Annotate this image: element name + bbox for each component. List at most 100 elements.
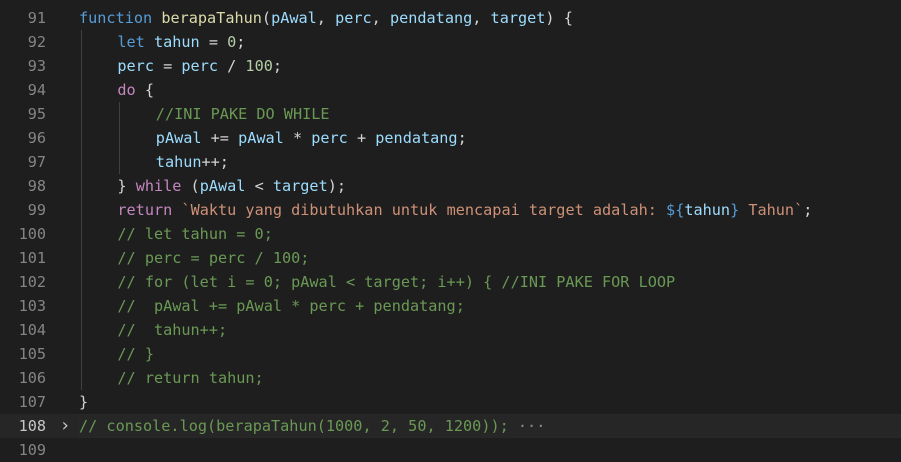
code-token: function xyxy=(79,9,153,27)
line-number: 103 xyxy=(18,297,46,315)
code-line-partial: 109 xyxy=(0,438,901,462)
code-line[interactable]: 103 // pAwal += pAwal * perc + pendatang; xyxy=(0,294,901,318)
code-token: Tahun` xyxy=(739,201,804,219)
line-number: 92 xyxy=(27,33,46,51)
code-line[interactable]: 92 let tahun = 0; xyxy=(0,30,901,54)
code-token: do xyxy=(117,81,136,99)
code-token: // for (let i = 0; pAwal < target; i++) … xyxy=(117,273,676,291)
code-line[interactable]: 107} xyxy=(0,390,901,414)
code-token: } xyxy=(79,393,89,411)
code-text: do { xyxy=(117,78,154,102)
line-number: 96 xyxy=(27,129,46,147)
code-text: return `Waktu yang dibutuhkan untuk menc… xyxy=(117,198,812,222)
line-number: 101 xyxy=(18,249,46,267)
code-token: // pAwal += pAwal * perc + pendatang; xyxy=(117,297,465,315)
code-token: ; xyxy=(272,57,283,75)
line-number: 98 xyxy=(27,177,46,195)
code-token: tahun xyxy=(155,153,202,171)
code-line[interactable]: 98} while (pAwal < target); xyxy=(0,174,901,198)
code-token: // perc = perc / 100; xyxy=(117,249,310,267)
code-token: ); xyxy=(327,177,347,195)
code-line[interactable]: 102 // for (let i = 0; pAwal < target; i+… xyxy=(0,270,901,294)
code-text: // tahun++; xyxy=(117,318,227,342)
line-number: 107 xyxy=(18,393,46,411)
code-token: { xyxy=(135,81,154,99)
code-token: // return tahun; xyxy=(117,369,264,387)
code-editor[interactable]: 91 function berapaTahun(pAwal, perc, pend… xyxy=(0,0,901,459)
code-text: } while (pAwal < target); xyxy=(117,174,346,198)
code-line[interactable]: 93 perc = perc / 100; xyxy=(0,54,901,78)
code-line[interactable]: 96 pAwal += pAwal * perc + pendatang; xyxy=(0,126,901,150)
code-line[interactable]: 108 › // console.log(berapaTahun(1000, 2, … xyxy=(0,414,901,438)
code-line[interactable]: 95 //INI PAKE DO WHILE xyxy=(0,102,901,126)
line-number: 94 xyxy=(27,81,46,99)
code-text: tahun++; xyxy=(156,150,229,174)
line-number: 104 xyxy=(18,321,46,339)
code-token: ( xyxy=(181,177,200,195)
code-text: //INI PAKE DO WHILE xyxy=(156,102,330,126)
code-line[interactable]: 97 tahun++; xyxy=(0,150,901,174)
code-token: while xyxy=(135,177,182,195)
code-token: pendatang xyxy=(375,129,458,147)
line-number: 97 xyxy=(27,153,46,171)
line-number: 100 xyxy=(18,225,46,243)
line-number: 93 xyxy=(27,57,46,75)
code-line[interactable]: 105 // } xyxy=(0,342,901,366)
code-line[interactable]: 106 // return tahun; xyxy=(0,366,901,390)
code-token: // console.log(berapaTahun(1000, 2, 50, … xyxy=(79,417,509,435)
code-text: // pAwal += pAwal * perc + pendatang; xyxy=(117,294,464,318)
code-line[interactable]: 104 // tahun++; xyxy=(0,318,901,342)
chevron-right-icon[interactable]: › xyxy=(58,414,72,438)
code-token: < xyxy=(245,177,273,195)
code-token: pAwal xyxy=(155,129,202,147)
code-token: pAwal xyxy=(199,177,246,195)
code-text: // return tahun; xyxy=(117,366,263,390)
code-token: ; xyxy=(803,201,813,219)
code-text: // } xyxy=(117,342,154,366)
code-token: } xyxy=(730,201,740,219)
code-text: // perc = perc / 100; xyxy=(117,246,309,270)
code-line[interactable]: 101 // perc = perc / 100; xyxy=(0,246,901,270)
code-token: } xyxy=(117,177,136,195)
code-token: = xyxy=(199,33,228,51)
code-token: ; xyxy=(236,33,246,51)
line-number: 95 xyxy=(27,105,46,123)
line-number: 109 xyxy=(18,441,46,459)
code-token: target xyxy=(272,177,328,195)
line-number: 99 xyxy=(27,201,46,219)
code-token: + xyxy=(347,129,376,147)
code-line[interactable]: 91 function berapaTahun(pAwal, perc, pend… xyxy=(0,6,901,30)
code-token: pAwal xyxy=(271,9,317,27)
line-number: 108 xyxy=(18,417,46,435)
code-token: berapaTahun xyxy=(161,9,262,27)
code-token: = xyxy=(153,57,182,75)
code-token: += xyxy=(201,129,239,147)
code-token: ··· xyxy=(508,417,546,435)
code-text: pAwal += pAwal * perc + pendatang; xyxy=(156,126,467,150)
code-token: perc xyxy=(117,57,154,75)
code-token: tahun xyxy=(684,201,731,219)
indent-guide xyxy=(119,102,121,174)
code-line[interactable]: 99 return `Waktu yang dibutuhkan untuk me… xyxy=(0,198,901,222)
code-token: // let tahun = 0; xyxy=(117,225,273,243)
code-text: // for (let i = 0; pAwal < target; i++) … xyxy=(117,270,675,294)
code-token: perc xyxy=(335,9,372,27)
code-line[interactable]: 94 do { xyxy=(0,78,901,102)
code-token: ++; xyxy=(201,153,229,171)
code-text: } xyxy=(79,390,88,414)
indent-guide xyxy=(81,30,82,390)
code-token: , xyxy=(316,9,336,27)
code-text: // console.log(berapaTahun(1000, 2, 50, … xyxy=(79,414,545,438)
code-token: , xyxy=(472,9,491,27)
code-token: // tahun++; xyxy=(117,321,228,339)
code-text: // let tahun = 0; xyxy=(117,222,272,246)
code-line[interactable]: 100 // let tahun = 0; xyxy=(0,222,901,246)
code-token: return xyxy=(117,201,173,219)
code-token: let xyxy=(117,33,145,51)
code-token: / xyxy=(217,57,246,75)
code-token: * xyxy=(283,129,312,147)
code-token: pAwal xyxy=(238,129,284,147)
code-token: //INI PAKE DO WHILE xyxy=(155,105,330,123)
